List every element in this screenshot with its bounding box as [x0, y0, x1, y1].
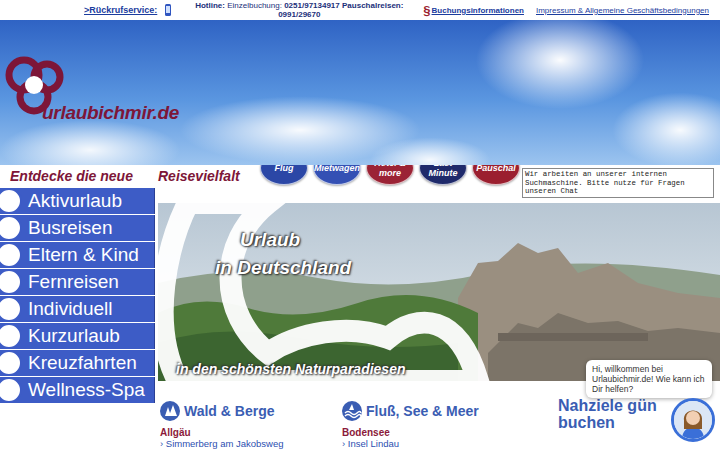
chat-bubble[interactable]: Hi, willkommen bei Urlaubichmir.de! Wie … — [586, 360, 712, 398]
bullet-icon — [0, 215, 22, 241]
sidebar-item[interactable]: Wellness-Spa — [0, 377, 155, 403]
logo[interactable]: urlaubichmir.de — [2, 53, 179, 121]
hotline-single-number: 0251/97134917 — [284, 1, 340, 10]
booking-info-link[interactable]: Buchungsinformationen — [432, 6, 524, 15]
left-column: Entdecke die neue Aktivurlaub Busreisen Elt… — [0, 165, 158, 449]
sidebar-item[interactable]: Aktivurlaub — [0, 188, 155, 214]
person-icon — [674, 401, 712, 439]
bullet-icon — [0, 269, 22, 295]
bullet-icon — [0, 350, 22, 376]
section-title: Wald & Berge — [160, 401, 340, 421]
sidebar-label: Aktivurlaub — [28, 190, 122, 212]
hotline-package-number: 0991/29670 — [278, 10, 320, 19]
region-title: Bodensee — [342, 427, 558, 438]
sidebar-item[interactable]: Kurzurlaub — [0, 323, 155, 349]
sidebar-item[interactable]: Fernreisen — [0, 269, 155, 295]
page-body: Entdecke die neue Aktivurlaub Busreisen Elt… — [0, 165, 720, 449]
sidebar-label: Individuell — [28, 298, 113, 320]
tagline-left: Entdecke die neue — [0, 165, 158, 187]
nav-row: ReisevielfaltFlugMietwagenHotel & moreLa… — [158, 165, 720, 203]
callback-link[interactable]: >Rückrufservice: — [84, 6, 157, 15]
paragraph-icon: § — [423, 6, 430, 15]
logo-text: urlaubichmir.de — [42, 102, 179, 124]
banner-title: Urlaub — [240, 229, 300, 251]
booking-info: §Buchungsinformationen — [423, 6, 524, 15]
tagline-right: Reisevielfalt — [158, 165, 260, 184]
sidebar-label: Wellness-Spa — [28, 379, 145, 401]
bullet-icon — [0, 242, 22, 268]
section: Wald & Berge Allgäu› Simmerberg am Jakobs… — [158, 401, 340, 449]
section-title-text: Fluß, See & Meer — [366, 403, 479, 419]
header: urlaubichmir.de — [0, 20, 720, 165]
section-title-text: Wald & Berge — [184, 403, 275, 419]
imprint-link[interactable]: Impressum & Allgemeine Geschäftsbedingun… — [536, 6, 709, 15]
sidebar-item[interactable]: Eltern & Kind — [0, 242, 155, 268]
sidebar-label: Eltern & Kind — [28, 244, 139, 266]
phone-icon — [163, 4, 173, 16]
sidebar-label: Kurzurlaub — [28, 325, 120, 347]
chat-greeting: Hi, willkommen bei Urlaubichmir.de! Wie … — [592, 364, 704, 394]
sidebar-menu: Aktivurlaub Busreisen Eltern & Kind Fernrei… — [0, 187, 158, 403]
bullet-icon — [0, 296, 22, 322]
chat-avatar[interactable] — [671, 398, 715, 442]
hotline-package: Pauschalreisen: — [342, 1, 403, 10]
main-column: ReisevielfaltFlugMietwagenHotel & moreLa… — [158, 165, 720, 449]
search-notice: Wir arbeiten an unserer internen Suchmas… — [522, 168, 714, 198]
hotline: Hotline: Einzelbuchung: 0251/97134917 Pa… — [183, 1, 415, 19]
region-title: Allgäu — [160, 427, 340, 438]
section: Fluß, See & Meer Bodensee› Insel Lindau — [340, 401, 558, 449]
sidebar-label: Busreisen — [28, 217, 113, 239]
destination-link[interactable]: › Insel Lindau — [342, 438, 558, 449]
banner: Urlaub in Deutschland in den schönsten Nat… — [158, 203, 720, 381]
bullet-icon — [0, 323, 22, 349]
sidebar-item[interactable]: Individuell — [0, 296, 155, 322]
lake-icon — [342, 401, 362, 421]
sidebar-label: Kreuzfahrten — [28, 352, 137, 374]
banner-subtitle: in den schönsten Naturparadiesen — [176, 361, 406, 377]
banner-title: in Deutschland — [215, 257, 351, 279]
bullet-icon — [0, 188, 22, 214]
destination-link[interactable]: › Simmerberg am Jakobsweg — [160, 438, 340, 449]
sidebar-item[interactable]: Kreuzfahrten — [0, 350, 155, 376]
bullet-icon — [0, 377, 22, 403]
hotline-label: Hotline: — [195, 1, 225, 10]
sidebar-label: Fernreisen — [28, 271, 119, 293]
forest-icon — [160, 401, 180, 421]
hotline-single: Einzelbuchung: — [227, 1, 282, 10]
sidebar-item[interactable]: Busreisen — [0, 215, 155, 241]
section-title: Fluß, See & Meer — [342, 401, 558, 421]
top-bar: >Rückrufservice: Hotline: Einzelbuchung: … — [0, 0, 720, 20]
